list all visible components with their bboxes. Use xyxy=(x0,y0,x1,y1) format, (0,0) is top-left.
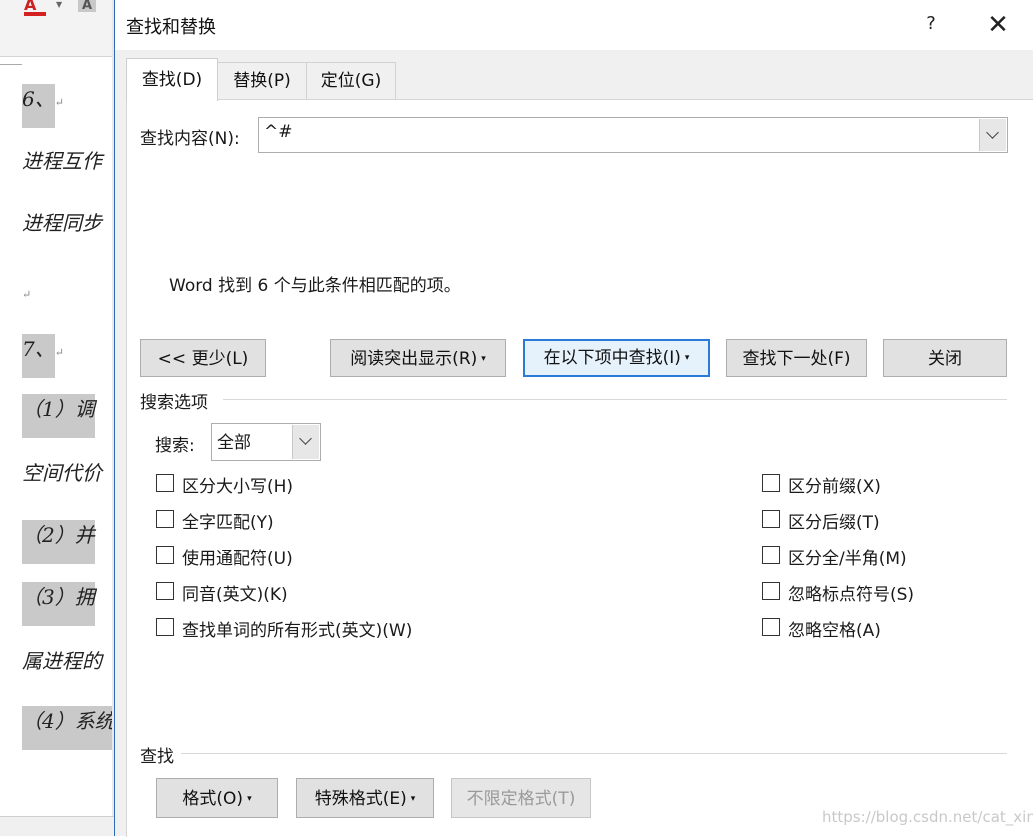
match-width-checkbox[interactable] xyxy=(762,546,780,564)
doc-line: 进程同步 xyxy=(22,211,102,235)
section-divider xyxy=(223,399,1007,400)
wildcards-label[interactable]: 使用通配符(U) xyxy=(182,544,293,569)
document-background: A ▼ A 6、↵ 进程互作 进程同步 ↵ 7、↵ （1）调 空间代价 （2）并… xyxy=(0,0,118,836)
match-suffix-label[interactable]: 区分后缀(T) xyxy=(788,508,880,533)
tab-goto[interactable]: 定位(G) xyxy=(306,62,396,99)
section-divider xyxy=(181,753,1007,754)
doc-line: 7、↵ xyxy=(22,334,64,378)
close-button[interactable]: 关闭 xyxy=(883,339,1007,377)
ribbon-strip: A ▼ A xyxy=(0,0,118,57)
whole-word-checkbox[interactable] xyxy=(156,510,174,528)
result-message: Word 找到 6 个与此条件相匹配的项。 xyxy=(169,276,461,296)
ignore-whitespace-label[interactable]: 忽略空格(A) xyxy=(788,616,881,641)
match-suffix-checkbox[interactable] xyxy=(762,510,780,528)
margin-marker xyxy=(0,64,22,65)
doc-line: ↵ xyxy=(22,288,32,301)
search-direction-label: 搜索: xyxy=(155,436,195,456)
status-bar xyxy=(0,816,118,836)
match-width-label[interactable]: 区分全/半角(M) xyxy=(788,544,907,569)
match-prefix-checkbox[interactable] xyxy=(762,474,780,492)
find-section-heading: 查找 xyxy=(140,747,174,767)
chevron-down-icon xyxy=(299,432,312,445)
help-icon[interactable]: ? xyxy=(921,13,941,34)
close-icon[interactable]: ✕ xyxy=(981,10,1015,40)
watermark: https://blog.csdn.net/cat_xing xyxy=(822,808,1033,826)
find-what-label: 查找内容(N): xyxy=(140,129,240,149)
all-word-forms-label[interactable]: 查找单词的所有形式(英文)(W) xyxy=(182,616,412,641)
character-shading-icon[interactable]: A xyxy=(78,0,96,12)
caret-down-icon: ▾ xyxy=(247,794,252,804)
whole-word-label[interactable]: 全字匹配(Y) xyxy=(182,508,274,533)
less-button[interactable]: << 更少(L) xyxy=(140,339,266,377)
doc-line: （2）并 xyxy=(22,520,95,564)
caret-down-icon: ▾ xyxy=(684,353,690,363)
match-case-label[interactable]: 区分大小写(H) xyxy=(182,472,293,497)
doc-line: 空间代价 xyxy=(22,461,102,485)
find-in-button[interactable]: 在以下项中查找(I) ▾ xyxy=(523,339,710,377)
caret-down-icon: ▾ xyxy=(481,354,486,364)
doc-line: 进程互作 xyxy=(22,149,102,173)
ignore-punctuation-checkbox[interactable] xyxy=(762,582,780,600)
find-replace-dialog: 查找和替换 ? ✕ 查找(D) 替换(P) 定位(G) 查找内容(N): ^# … xyxy=(114,0,1033,837)
chevron-down-icon xyxy=(986,126,999,139)
search-direction-value: 全部 xyxy=(217,433,251,453)
font-color-icon[interactable]: A xyxy=(24,0,46,16)
dialog-title: 查找和替换 xyxy=(126,17,216,38)
tab-replace[interactable]: 替换(P) xyxy=(217,62,307,99)
search-options-heading: 搜索选项 xyxy=(140,393,208,413)
find-history-dropdown[interactable] xyxy=(979,119,1006,151)
wildcards-checkbox[interactable] xyxy=(156,546,174,564)
doc-line: （1）调 xyxy=(22,394,95,438)
find-what-combo[interactable]: ^# xyxy=(258,117,1008,153)
doc-line: 属进程的 xyxy=(22,649,102,673)
reading-highlight-button[interactable]: 阅读突出显示(R) ▾ xyxy=(330,339,506,377)
chevron-down-icon[interactable]: ▼ xyxy=(56,0,62,9)
ignore-whitespace-checkbox[interactable] xyxy=(762,618,780,636)
format-button[interactable]: 格式(O) ▾ xyxy=(156,778,278,818)
find-panel: 查找内容(N): ^# Word 找到 6 个与此条件相匹配的项。 << 更少(… xyxy=(126,99,1033,837)
special-button[interactable]: 特殊格式(E) ▾ xyxy=(296,778,434,818)
ignore-punctuation-label[interactable]: 忽略标点符号(S) xyxy=(788,580,914,605)
caret-down-icon: ▾ xyxy=(410,794,416,804)
doc-line: （3）拥 xyxy=(22,582,95,626)
sounds-like-checkbox[interactable] xyxy=(156,582,174,600)
tab-find[interactable]: 查找(D) xyxy=(126,58,218,101)
dialog-titlebar[interactable]: 查找和替换 ? ✕ xyxy=(115,0,1033,50)
match-prefix-label[interactable]: 区分前缀(X) xyxy=(788,472,881,497)
search-direction-dropdown[interactable] xyxy=(292,425,319,459)
sounds-like-label[interactable]: 同音(英文)(K) xyxy=(182,580,288,605)
find-what-input[interactable]: ^# xyxy=(264,122,293,142)
find-next-button[interactable]: 查找下一处(F) xyxy=(726,339,867,377)
doc-line: （4）系统 xyxy=(22,706,115,750)
match-case-checkbox[interactable] xyxy=(156,474,174,492)
doc-line: 6、↵ xyxy=(22,84,64,128)
all-word-forms-checkbox[interactable] xyxy=(156,618,174,636)
no-formatting-button: 不限定格式(T) xyxy=(451,778,591,818)
search-direction-select[interactable]: 全部 xyxy=(211,423,321,461)
